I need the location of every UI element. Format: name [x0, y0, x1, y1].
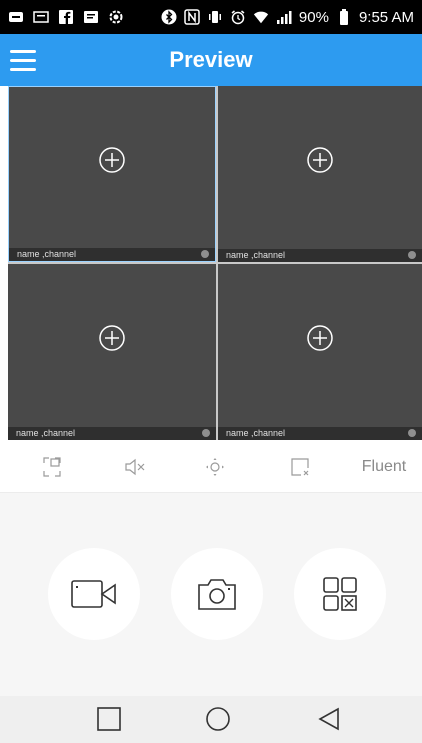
- stream-quality-button[interactable]: Fluent: [358, 454, 410, 480]
- record-button[interactable]: [48, 548, 140, 640]
- status-left-icons: [0, 9, 124, 25]
- alarm-icon: [230, 9, 246, 25]
- status-dot: [202, 429, 210, 437]
- settings-gear-icon: [108, 9, 124, 25]
- layout-button[interactable]: [294, 548, 386, 640]
- add-channel-icon[interactable]: [306, 146, 334, 174]
- channel-label: name ,channel: [8, 427, 216, 440]
- back-icon[interactable]: [316, 706, 342, 732]
- app-bar: Preview: [0, 34, 422, 86]
- add-channel-icon[interactable]: [98, 324, 126, 352]
- ptz-control-icon[interactable]: [203, 454, 227, 480]
- status-dot: [408, 251, 416, 259]
- video-cell-4[interactable]: name ,channel: [218, 264, 422, 440]
- signal-icon: [276, 9, 292, 25]
- close-window-icon[interactable]: [288, 454, 312, 480]
- channel-label: name ,channel: [218, 427, 422, 440]
- page-title: Preview: [169, 47, 253, 72]
- video-cell-2[interactable]: name ,channel: [218, 86, 422, 262]
- bluetooth-icon: [161, 9, 177, 25]
- status-dot: [201, 250, 209, 258]
- status-dot: [408, 429, 416, 437]
- fullscreen-toggle-icon[interactable]: [40, 454, 64, 480]
- news-icon: [33, 9, 49, 25]
- video-cell-3[interactable]: name ,channel: [8, 264, 216, 440]
- mute-icon[interactable]: [122, 454, 148, 480]
- nfc-icon: [184, 9, 200, 25]
- status-right-icons: 90% 9:55 AM: [161, 9, 422, 26]
- system-nav-bar: [0, 696, 422, 743]
- notes-icon: [83, 9, 99, 25]
- video-grid: name ,channel name ,channel name ,channe…: [8, 86, 422, 440]
- battery-icon: [336, 9, 352, 25]
- camera-icon: [198, 579, 236, 610]
- split-view-icon: [323, 577, 357, 611]
- add-channel-icon[interactable]: [306, 324, 334, 352]
- wifi-icon: [253, 9, 269, 25]
- add-channel-icon[interactable]: [98, 146, 126, 174]
- action-panel: [0, 493, 422, 696]
- vibrate-icon: [207, 9, 223, 25]
- video-camera-icon: [71, 580, 116, 608]
- video-cell-1[interactable]: name ,channel: [8, 86, 216, 262]
- status-bar: 90% 9:55 AM: [0, 0, 422, 34]
- facebook-icon: [58, 9, 74, 25]
- home-icon[interactable]: [205, 706, 231, 732]
- status-time: 9:55 AM: [358, 8, 414, 26]
- channel-label: name ,channel: [9, 248, 215, 261]
- channel-label: name ,channel: [218, 249, 422, 262]
- recent-apps-icon[interactable]: [96, 706, 122, 732]
- message-icon: [8, 9, 24, 25]
- battery-percent: 90%: [298, 8, 329, 26]
- snapshot-button[interactable]: [171, 548, 263, 640]
- control-toolbar: Fluent: [0, 442, 422, 493]
